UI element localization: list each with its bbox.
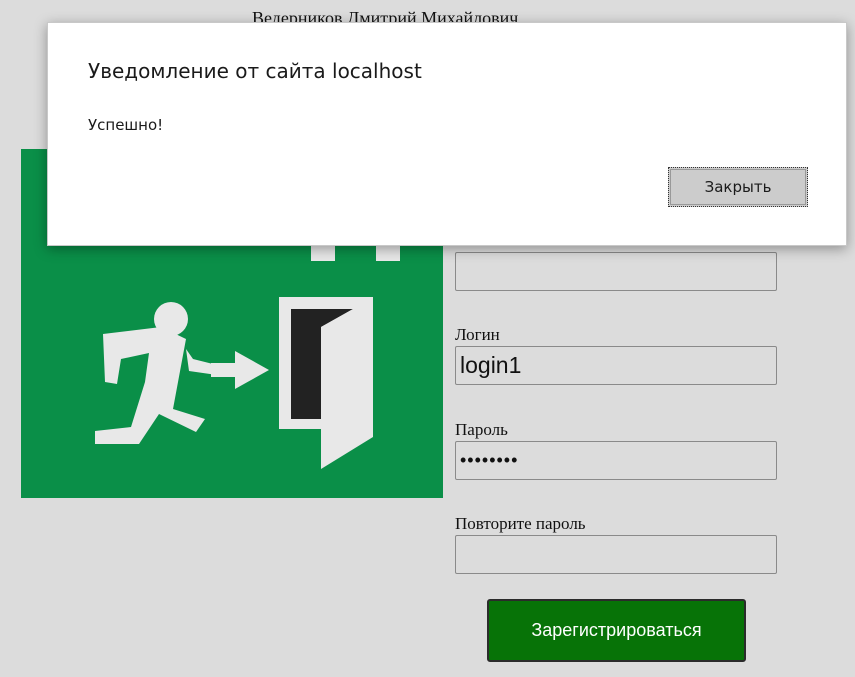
confirm-password-label: Повторите пароль bbox=[455, 514, 586, 533]
registration-page: Ведерников Дмитрий Михайлович Логин logi… bbox=[0, 0, 855, 677]
confirm-password-input[interactable] bbox=[455, 535, 777, 574]
password-label: Пароль bbox=[455, 420, 508, 439]
password-input[interactable] bbox=[455, 441, 777, 480]
name-input[interactable] bbox=[455, 252, 777, 291]
login-label: Логин bbox=[455, 325, 500, 344]
register-button[interactable]: Зарегистрироваться bbox=[487, 599, 746, 662]
dialog-title: Уведомление от сайта localhost bbox=[88, 59, 422, 83]
alert-dialog: Уведомление от сайта localhost Успешно! … bbox=[47, 22, 847, 246]
close-button[interactable]: Закрыть bbox=[668, 167, 808, 207]
login-input[interactable] bbox=[455, 346, 777, 385]
dialog-message: Успешно! bbox=[88, 116, 164, 134]
